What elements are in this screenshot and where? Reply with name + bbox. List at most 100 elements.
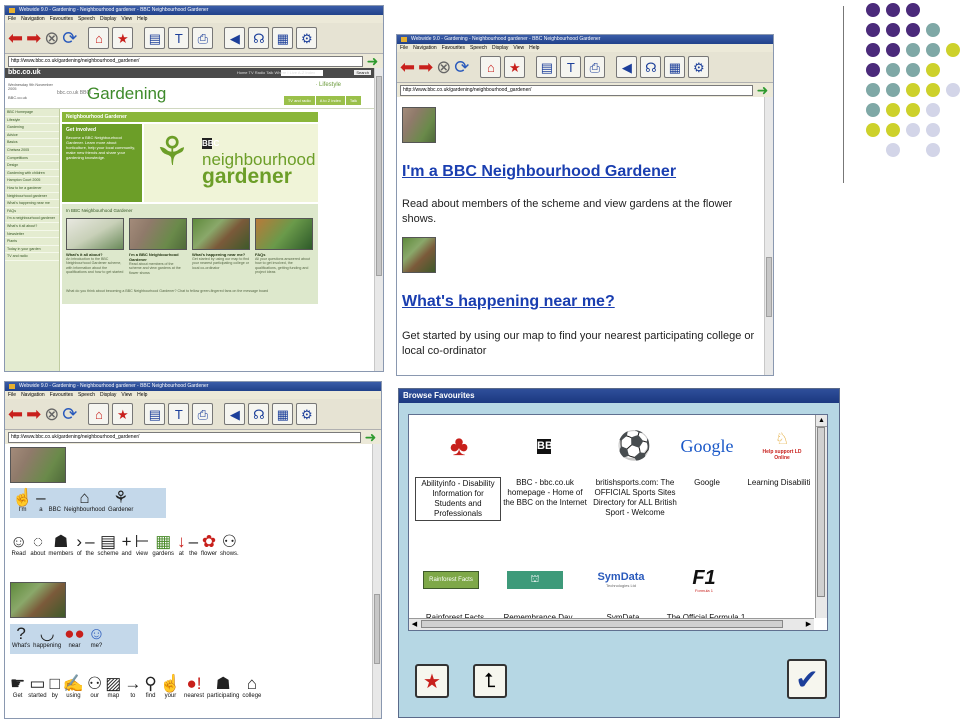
go-arrow-icon[interactable]: ➜	[365, 54, 380, 68]
sidenav-item[interactable]: What's it all about?	[5, 223, 59, 231]
sidenav-item[interactable]: Design	[5, 162, 59, 170]
settings-icon[interactable]: ⚙	[688, 56, 710, 78]
go-arrow-icon[interactable]: ➜	[755, 83, 770, 97]
favourite-item-learning-disabilities[interactable]: Learning Disabiliti	[739, 478, 819, 488]
lifestyle-label[interactable]: · Lifestyle	[315, 82, 341, 88]
scroll-thumb[interactable]	[817, 427, 825, 597]
back-icon[interactable]: ⬅	[8, 28, 23, 48]
menu-favourites[interactable]: Favourites	[50, 392, 73, 398]
read-page-icon[interactable]: ☊	[248, 27, 270, 49]
favourite-item-bbc[interactable]: BBC - bbc.co.uk homepage - Home of the B…	[501, 478, 589, 508]
neighbourhood-gardener-link[interactable]: I'm a BBC Neighbourhood Gardener	[402, 163, 676, 181]
scroll-right-icon[interactable]: ▶	[803, 619, 814, 630]
scroll-thumb[interactable]	[766, 257, 772, 317]
vertical-scrollbar[interactable]	[372, 444, 381, 718]
home-icon[interactable]: ⌂	[480, 56, 502, 78]
text-mode-icon[interactable]: T	[168, 403, 190, 425]
favourites-icon[interactable]: ★	[112, 403, 134, 425]
sidenav-item[interactable]: How to be a gardener	[5, 185, 59, 193]
menu-favourites[interactable]: Favourites	[50, 16, 73, 22]
feature-item[interactable]: What's it all about? An introduction to …	[66, 218, 124, 275]
print-icon[interactable]: ⎙	[192, 27, 214, 49]
scroll-thumb[interactable]	[376, 76, 382, 276]
read-page-icon[interactable]: ☊	[640, 56, 662, 78]
feature-item[interactable]: What's happening near me? Get started by…	[192, 218, 250, 270]
address-input[interactable]: http://www.bbc.co.uk/gardening/neighbour…	[400, 84, 753, 96]
forward-icon[interactable]: ➡	[26, 404, 41, 424]
menu-help[interactable]: Help	[137, 16, 147, 22]
site-name[interactable]: bbc.co.uk	[8, 69, 41, 76]
tab-a-z[interactable]: A to Z index	[315, 96, 345, 105]
layout-icon[interactable]: ▤	[536, 56, 558, 78]
read-selection-icon[interactable]: ▦	[272, 27, 294, 49]
menu-view[interactable]: View	[513, 45, 524, 51]
happening-near-me-link[interactable]: What's happening near me?	[402, 293, 615, 311]
menu-file[interactable]: File	[8, 392, 16, 398]
home-icon[interactable]: ⌂	[88, 27, 110, 49]
stop-icon[interactable]: ⊗	[44, 404, 59, 424]
sidenav-item[interactable]: Lifestyle	[5, 117, 59, 125]
sidenav-item[interactable]: TV and radio	[5, 253, 59, 261]
forward-icon[interactable]: ➡	[418, 57, 433, 77]
menu-speech[interactable]: Speech	[470, 45, 487, 51]
favourite-item-britishsports[interactable]: britishsports.com: The OFFICIAL Sports S…	[593, 478, 677, 518]
heading-symbols-2[interactable]: ? What's ◡ happening ●● near ☺ me?	[12, 624, 108, 650]
text-mode-icon[interactable]: T	[560, 56, 582, 78]
up-folder-button[interactable]: ⮤	[473, 664, 507, 698]
stop-icon[interactable]: ⊗	[44, 28, 59, 48]
address-input[interactable]: http://www.bbc.co.uk/gardening/neighbour…	[8, 431, 361, 443]
menu-view[interactable]: View	[121, 392, 132, 398]
address-input[interactable]: http://www.bbc.co.uk/gardening/neighbour…	[8, 55, 363, 67]
sidenav-item[interactable]: Newsletter	[5, 231, 59, 239]
refresh-icon[interactable]: ⟳	[62, 28, 77, 48]
menu-display[interactable]: Display	[100, 16, 116, 22]
menu-speech[interactable]: Speech	[78, 16, 95, 22]
sidenav-item[interactable]: Hampton Court 2005	[5, 177, 59, 185]
add-favourite-button[interactable]: ★	[415, 664, 449, 698]
menu-help[interactable]: Help	[529, 45, 539, 51]
favourite-item-abilityinfo[interactable]: Abilityinfo - Disability Information for…	[415, 477, 501, 521]
sidenav-item[interactable]: FAQs	[5, 208, 59, 216]
search-button[interactable]: Search	[354, 70, 371, 75]
menu-help[interactable]: Help	[137, 392, 147, 398]
vertical-scrollbar[interactable]	[374, 68, 383, 371]
sidenav-item[interactable]: Gardening with children	[5, 170, 59, 178]
sidenav-item[interactable]: Gardening	[5, 124, 59, 132]
menu-navigation[interactable]: Navigation	[21, 392, 45, 398]
stop-icon[interactable]: ⊗	[436, 57, 451, 77]
menu-speech[interactable]: Speech	[78, 392, 95, 398]
menu-display[interactable]: Display	[100, 392, 116, 398]
tab-tv-radio[interactable]: TV and radio	[283, 96, 315, 105]
back-icon[interactable]: ⬅	[400, 57, 415, 77]
sidenav-item[interactable]: I'm a neighbourhood gardener	[5, 215, 59, 223]
scroll-thumb[interactable]	[374, 594, 380, 664]
sentence-symbols-2[interactable]: ☛ Get ▭ started □ by ✍ using ⚇ our ▨ map → to ⚲…	[10, 674, 264, 700]
read-page-icon[interactable]: ☊	[248, 403, 270, 425]
read-selection-icon[interactable]: ▦	[272, 403, 294, 425]
settings-icon[interactable]: ⚙	[296, 27, 318, 49]
menu-view[interactable]: View	[121, 16, 132, 22]
sidenav-item[interactable]: What's happening near me	[5, 200, 59, 208]
sidenav-item[interactable]: Basics	[5, 139, 59, 147]
tab-talk[interactable]: Talk	[345, 96, 361, 105]
go-arrow-icon[interactable]: ➜	[363, 430, 378, 444]
menu-file[interactable]: File	[8, 16, 16, 22]
feature-title[interactable]: I'm a BBC Neighbourhood Gardener	[129, 252, 187, 262]
menu-navigation[interactable]: Navigation	[413, 45, 437, 51]
layout-icon[interactable]: ▤	[144, 403, 166, 425]
back-icon[interactable]: ⬅	[8, 404, 23, 424]
settings-icon[interactable]: ⚙	[296, 403, 318, 425]
print-icon[interactable]: ⎙	[192, 403, 214, 425]
speech-icon[interactable]: ◀	[616, 56, 638, 78]
menu-navigation[interactable]: Navigation	[21, 16, 45, 22]
favourites-icon[interactable]: ★	[112, 27, 134, 49]
speech-icon[interactable]: ◀	[224, 27, 246, 49]
sidenav-item[interactable]: Plants	[5, 238, 59, 246]
sidenav-item[interactable]: Advice	[5, 132, 59, 140]
sidenav-item[interactable]: Neighbourhood gardener	[5, 193, 59, 201]
scroll-left-icon[interactable]: ◀	[409, 619, 420, 630]
sidenav-item[interactable]: Competitions	[5, 155, 59, 163]
scroll-up-icon[interactable]: ▲	[816, 415, 827, 427]
menu-favourites[interactable]: Favourites	[442, 45, 465, 51]
refresh-icon[interactable]: ⟳	[454, 57, 469, 77]
